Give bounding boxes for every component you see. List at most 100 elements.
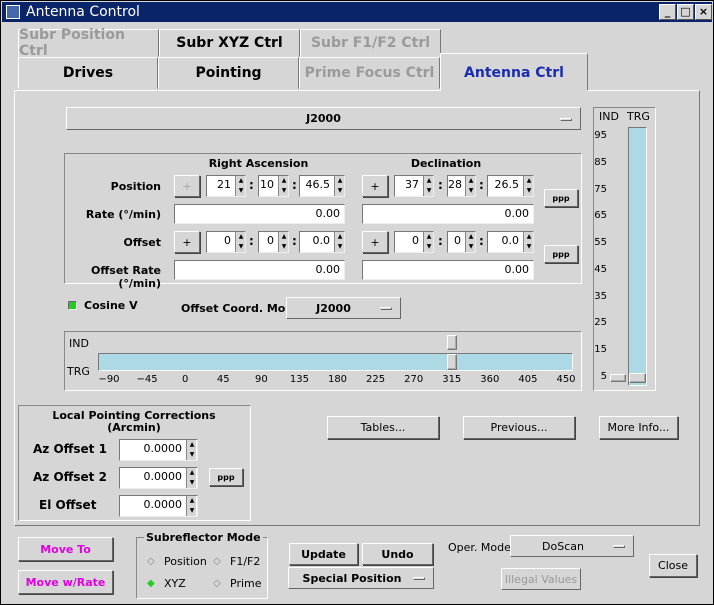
- spin-up-icon[interactable]: ▲: [524, 232, 534, 242]
- position-label: Position: [110, 180, 161, 193]
- el-tick-label: 25: [594, 317, 607, 329]
- offset-more-button[interactable]: ppp: [544, 245, 578, 263]
- maximize-button[interactable]: □: [677, 4, 694, 20]
- radio-f1f2-icon[interactable]: ◇: [213, 557, 223, 567]
- spin-up-icon[interactable]: ▲: [424, 176, 434, 186]
- tab-pointing[interactable]: Pointing: [158, 57, 299, 89]
- spin-up-icon[interactable]: ▲: [335, 232, 345, 242]
- move-with-rate-button[interactable]: Move w/Rate: [18, 570, 113, 594]
- spin-down-icon[interactable]: ▼: [279, 186, 289, 196]
- move-to-button[interactable]: Move To: [18, 537, 113, 561]
- radio-xyz-icon[interactable]: ◆: [147, 579, 157, 589]
- az-offset-2-spinner[interactable]: ▲ ▼: [186, 468, 196, 488]
- tab-antenna-ctrl[interactable]: Antenna Ctrl: [440, 53, 588, 91]
- dec-position-seconds-spinner[interactable]: ▲ ▼: [523, 176, 533, 196]
- epoch-select[interactable]: J2000: [66, 107, 581, 130]
- tab-drives[interactable]: Drives: [18, 57, 158, 89]
- update-button[interactable]: Update: [289, 543, 358, 565]
- tab-prime-focus-ctrl[interactable]: Prime Focus Ctrl: [299, 57, 440, 89]
- el-tick-label: 65: [594, 210, 607, 222]
- spin-up-icon[interactable]: ▲: [424, 232, 434, 242]
- spin-down-icon[interactable]: ▼: [335, 242, 345, 252]
- spin-down-icon[interactable]: ▼: [279, 242, 289, 252]
- ra-position-sign-button[interactable]: +: [174, 175, 200, 197]
- spin-down-icon[interactable]: ▼: [187, 506, 197, 516]
- radio-prime-icon[interactable]: ◇: [213, 579, 223, 589]
- offset-coord-mode-value: J2000: [316, 301, 351, 315]
- spin-down-icon[interactable]: ▼: [524, 242, 534, 252]
- az-trg-track[interactable]: [98, 353, 573, 371]
- spin-up-icon[interactable]: ▲: [524, 176, 534, 186]
- minimize-button[interactable]: _: [659, 4, 676, 20]
- spin-up-icon[interactable]: ▲: [466, 232, 476, 242]
- spin-up-icon[interactable]: ▲: [187, 468, 197, 478]
- az-offset-2-label: Az Offset 2: [33, 470, 107, 484]
- spin-down-icon[interactable]: ▼: [424, 242, 434, 252]
- spin-up-icon[interactable]: ▲: [466, 176, 476, 186]
- ra-position-hours-spinner[interactable]: ▲ ▼: [235, 176, 245, 196]
- spin-up-icon[interactable]: ▲: [279, 232, 289, 242]
- title-bar[interactable]: Antenna Control _ □ ×: [2, 2, 712, 22]
- subreflector-mode-title: Subreflector Mode: [144, 531, 263, 544]
- ra-offset-hours-spinner[interactable]: ▲ ▼: [235, 232, 245, 252]
- dec-position-minutes-spinner[interactable]: ▲ ▼: [465, 176, 475, 196]
- radio-position-icon[interactable]: ◇: [147, 557, 157, 567]
- dec-position-degrees-spinner[interactable]: ▲ ▼: [423, 176, 433, 196]
- tables-button[interactable]: Tables...: [327, 416, 439, 439]
- el-offset-spinner[interactable]: ▲ ▼: [186, 496, 196, 516]
- spin-down-icon[interactable]: ▼: [466, 242, 476, 252]
- dec-offset-rate-field[interactable]: 0.00: [362, 260, 534, 280]
- el-trg-thumb[interactable]: [629, 373, 646, 383]
- oper-mode-select[interactable]: DoScan: [510, 535, 634, 557]
- spin-down-icon[interactable]: ▼: [424, 186, 434, 196]
- offset-label: Offset: [123, 236, 161, 249]
- dec-header: Declination: [410, 157, 482, 170]
- spin-down-icon[interactable]: ▼: [335, 186, 345, 196]
- dec-offset-minutes-spinner[interactable]: ▲ ▼: [465, 232, 475, 252]
- tab-subr-f1f2-ctrl[interactable]: Subr F1/F2 Ctrl: [300, 29, 441, 57]
- close-window-button[interactable]: ×: [695, 4, 712, 20]
- illegal-values-button[interactable]: Illegal Values: [501, 568, 581, 590]
- tab-subr-xyz-ctrl[interactable]: Subr XYZ Ctrl: [159, 29, 300, 57]
- ra-position-seconds-spinner[interactable]: ▲ ▼: [334, 176, 344, 196]
- previous-button[interactable]: Previous...: [463, 416, 575, 439]
- dec-position-sign-button[interactable]: +: [362, 175, 388, 197]
- ra-offset-minutes-spinner[interactable]: ▲ ▼: [278, 232, 288, 252]
- more-info-button[interactable]: More Info...: [599, 416, 678, 439]
- ra-rate-field[interactable]: 0.00: [174, 204, 345, 224]
- spin-up-icon[interactable]: ▲: [335, 176, 345, 186]
- lpc-more-button[interactable]: ppp: [209, 468, 243, 486]
- close-button[interactable]: Close: [649, 554, 697, 577]
- position-more-button[interactable]: ppp: [544, 189, 578, 207]
- az-tick-label: 405: [518, 374, 538, 385]
- spin-down-icon[interactable]: ▼: [187, 450, 197, 460]
- tab-subr-position-ctrl[interactable]: Subr Position Ctrl: [18, 27, 159, 59]
- spin-down-icon[interactable]: ▼: [524, 186, 534, 196]
- spin-up-icon[interactable]: ▲: [279, 176, 289, 186]
- offset-coord-mode-select[interactable]: J2000: [286, 297, 401, 319]
- cosine-v-indicator[interactable]: [68, 301, 77, 310]
- az-trg-thumb[interactable]: [446, 354, 457, 370]
- ra-offset-seconds-spinner[interactable]: ▲ ▼: [334, 232, 344, 252]
- spin-up-icon[interactable]: ▲: [187, 440, 197, 450]
- spin-down-icon[interactable]: ▼: [187, 478, 197, 488]
- az-tick-label: 270: [404, 374, 424, 385]
- dec-offset-sign-button[interactable]: +: [362, 231, 388, 253]
- special-position-select[interactable]: Special Position: [288, 567, 434, 589]
- spin-up-icon[interactable]: ▲: [236, 176, 246, 186]
- spin-down-icon[interactable]: ▼: [466, 186, 476, 196]
- az-tick-label: 360: [480, 374, 500, 385]
- spin-down-icon[interactable]: ▼: [236, 242, 246, 252]
- undo-button[interactable]: Undo: [362, 543, 433, 565]
- ra-offset-sign-button[interactable]: +: [174, 231, 200, 253]
- az-offset-1-spinner[interactable]: ▲ ▼: [186, 440, 196, 460]
- ra-position-minutes-spinner[interactable]: ▲ ▼: [278, 176, 288, 196]
- spin-up-icon[interactable]: ▲: [236, 232, 246, 242]
- spin-up-icon[interactable]: ▲: [187, 496, 197, 506]
- dec-offset-seconds-spinner[interactable]: ▲ ▼: [523, 232, 533, 252]
- dec-rate-field[interactable]: 0.00: [362, 204, 534, 224]
- ra-offset-rate-field[interactable]: 0.00: [174, 260, 345, 280]
- el-trg-track[interactable]: [628, 127, 647, 386]
- spin-down-icon[interactable]: ▼: [236, 186, 246, 196]
- dec-offset-degrees-spinner[interactable]: ▲ ▼: [423, 232, 433, 252]
